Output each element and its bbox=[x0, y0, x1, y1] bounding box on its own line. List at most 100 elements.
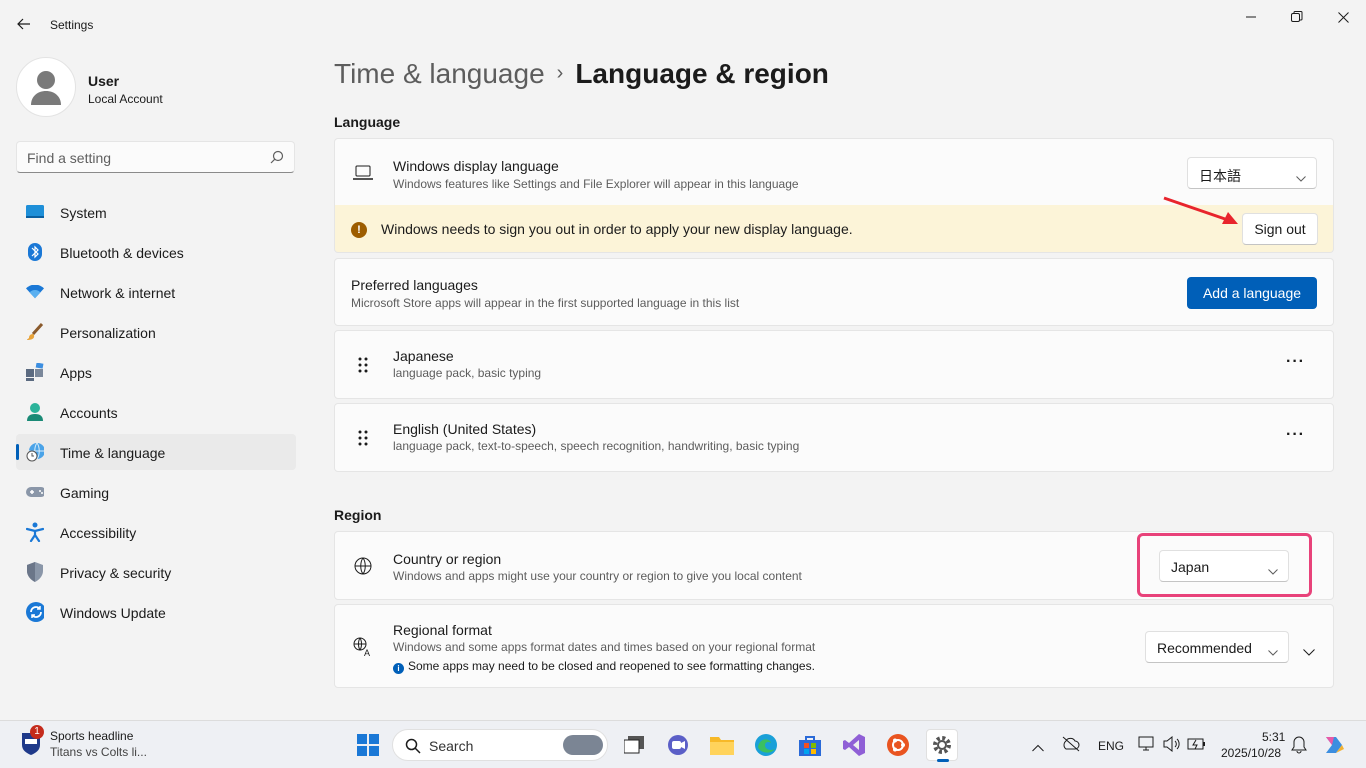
regional-format-card[interactable]: A Regional format Windows and some apps … bbox=[334, 604, 1334, 688]
section-title-language: Language bbox=[334, 114, 401, 130]
sidebar-nav: System Bluetooth & devices Network & int… bbox=[16, 194, 296, 634]
settings-taskbar-button[interactable] bbox=[926, 729, 958, 762]
format-icon: A bbox=[353, 637, 373, 657]
breadcrumb: Time & language › Language & region bbox=[334, 58, 829, 90]
edge-icon bbox=[755, 734, 777, 756]
more-options-button[interactable]: ··· bbox=[1286, 353, 1305, 371]
gear-icon bbox=[933, 736, 951, 754]
regional-format-description: Windows and some apps format dates and t… bbox=[393, 640, 816, 654]
drag-handle-icon[interactable] bbox=[353, 355, 373, 375]
sidebar-item-label: Accounts bbox=[60, 405, 118, 421]
minimize-icon bbox=[1246, 16, 1256, 18]
file-explorer-button[interactable] bbox=[706, 729, 738, 761]
language-indicator[interactable]: ENG bbox=[1098, 739, 1124, 753]
news-title[interactable]: Sports headline bbox=[50, 729, 133, 743]
more-options-button[interactable]: ··· bbox=[1286, 426, 1305, 444]
windows-logo-icon bbox=[357, 734, 379, 756]
start-button[interactable] bbox=[352, 729, 384, 761]
clock-time[interactable]: 5:31 bbox=[1262, 730, 1285, 744]
sidebar-item-time-language[interactable]: Time & language bbox=[16, 434, 296, 470]
teams-button[interactable] bbox=[662, 729, 694, 761]
notification-bell-icon[interactable] bbox=[1291, 736, 1307, 759]
sidebar-item-privacy[interactable]: Privacy & security bbox=[16, 554, 296, 590]
volume-icon[interactable] bbox=[1163, 735, 1181, 757]
language-item-japanese[interactable]: Japanese language pack, basic typing ··· bbox=[334, 330, 1334, 399]
display-language-dropdown[interactable]: 日本語 bbox=[1187, 157, 1317, 189]
language-name: Japanese bbox=[393, 348, 454, 364]
close-button[interactable] bbox=[1320, 2, 1366, 32]
chevron-up-icon[interactable] bbox=[1032, 739, 1044, 757]
sidebar-item-accessibility[interactable]: Accessibility bbox=[16, 514, 296, 550]
store-button[interactable] bbox=[794, 729, 826, 761]
minimize-button[interactable] bbox=[1228, 2, 1274, 32]
language-features: language pack, text-to-speech, speech re… bbox=[393, 439, 800, 453]
sidebar-item-system[interactable]: System bbox=[16, 194, 296, 230]
language-item-english[interactable]: English (United States) language pack, t… bbox=[334, 403, 1334, 472]
sidebar-item-label: Bluetooth & devices bbox=[60, 245, 184, 261]
edge-button[interactable] bbox=[750, 729, 782, 761]
monitor-icon[interactable] bbox=[1138, 736, 1156, 757]
network-disconnected-icon[interactable] bbox=[1062, 736, 1080, 757]
window-title: Settings bbox=[50, 18, 94, 32]
sidebar-item-label: Network & internet bbox=[60, 285, 176, 301]
restore-icon bbox=[1291, 11, 1303, 22]
sidebar-item-network[interactable]: Network & internet bbox=[16, 274, 296, 310]
clock-date[interactable]: 2025/10/28 bbox=[1221, 746, 1281, 760]
laptop-icon bbox=[353, 163, 373, 183]
globe-icon bbox=[353, 556, 373, 576]
warning-icon: ! bbox=[351, 222, 367, 238]
expand-chevron-icon[interactable] bbox=[1303, 643, 1315, 661]
language-name: English (United States) bbox=[393, 421, 537, 437]
restore-button[interactable] bbox=[1274, 2, 1320, 32]
country-region-title: Country or region bbox=[393, 551, 502, 567]
user-profile[interactable]: User Local Account bbox=[16, 57, 296, 117]
notification-badge: 1 bbox=[30, 725, 44, 739]
search-input[interactable]: Find a setting bbox=[16, 141, 295, 173]
breadcrumb-parent[interactable]: Time & language bbox=[334, 58, 545, 89]
sidebar-item-bluetooth[interactable]: Bluetooth & devices bbox=[16, 234, 296, 270]
back-button[interactable] bbox=[10, 10, 38, 38]
sidebar-item-label: Privacy & security bbox=[60, 565, 172, 581]
news-subtitle[interactable]: Titans vs Colts li... bbox=[50, 745, 147, 759]
search-icon bbox=[270, 150, 284, 169]
display-language-title: Windows display language bbox=[393, 158, 559, 174]
sidebar-item-label: Accessibility bbox=[60, 525, 137, 541]
sidebar-item-personalization[interactable]: Personalization bbox=[16, 314, 296, 350]
news-widget-icon[interactable]: 1 bbox=[20, 725, 44, 759]
task-view-icon bbox=[624, 736, 644, 754]
taskbar-search[interactable]: Search bbox=[392, 729, 608, 761]
wifi-icon bbox=[26, 283, 44, 301]
battery-icon[interactable] bbox=[1187, 737, 1207, 756]
copilot-icon[interactable] bbox=[1322, 733, 1346, 762]
drag-handle-icon[interactable] bbox=[353, 428, 373, 448]
add-language-button[interactable]: Add a language bbox=[1187, 277, 1317, 309]
globe-clock-icon bbox=[26, 442, 44, 462]
sign-out-button[interactable]: Sign out bbox=[1242, 213, 1318, 245]
person-silhouette-icon bbox=[31, 71, 61, 105]
task-view-button[interactable] bbox=[618, 729, 650, 761]
annotation-highlight-box bbox=[1137, 533, 1312, 597]
ubuntu-button[interactable] bbox=[882, 729, 914, 761]
system-icon bbox=[26, 203, 44, 221]
search-placeholder: Find a setting bbox=[27, 150, 112, 166]
sidebar-item-apps[interactable]: Apps bbox=[16, 354, 296, 390]
sidebar-item-windows-update[interactable]: Windows Update bbox=[16, 594, 296, 630]
account-type: Local Account bbox=[88, 92, 163, 106]
section-title-region: Region bbox=[334, 507, 382, 523]
visual-studio-button[interactable] bbox=[838, 729, 870, 761]
search-icon bbox=[405, 738, 421, 759]
user-name: User bbox=[88, 73, 120, 89]
regional-format-note-text: Some apps may need to be closed and reop… bbox=[408, 659, 815, 673]
chat-icon bbox=[668, 735, 688, 755]
avatar bbox=[16, 57, 76, 117]
arrow-left-icon bbox=[17, 18, 30, 30]
bluetooth-icon bbox=[26, 243, 44, 261]
regional-format-note: i Some apps may need to be closed and reo… bbox=[393, 659, 815, 674]
regional-format-dropdown[interactable]: Recommended bbox=[1145, 631, 1289, 663]
sidebar-item-accounts[interactable]: Accounts bbox=[16, 394, 296, 430]
visual-studio-icon bbox=[843, 734, 865, 756]
taskbar: 1 Sports headline Titans vs Colts li... … bbox=[0, 720, 1366, 768]
language-features: language pack, basic typing bbox=[393, 366, 542, 380]
sidebar-item-gaming[interactable]: Gaming bbox=[16, 474, 296, 510]
preferred-languages-description: Microsoft Store apps will appear in the … bbox=[351, 296, 740, 310]
